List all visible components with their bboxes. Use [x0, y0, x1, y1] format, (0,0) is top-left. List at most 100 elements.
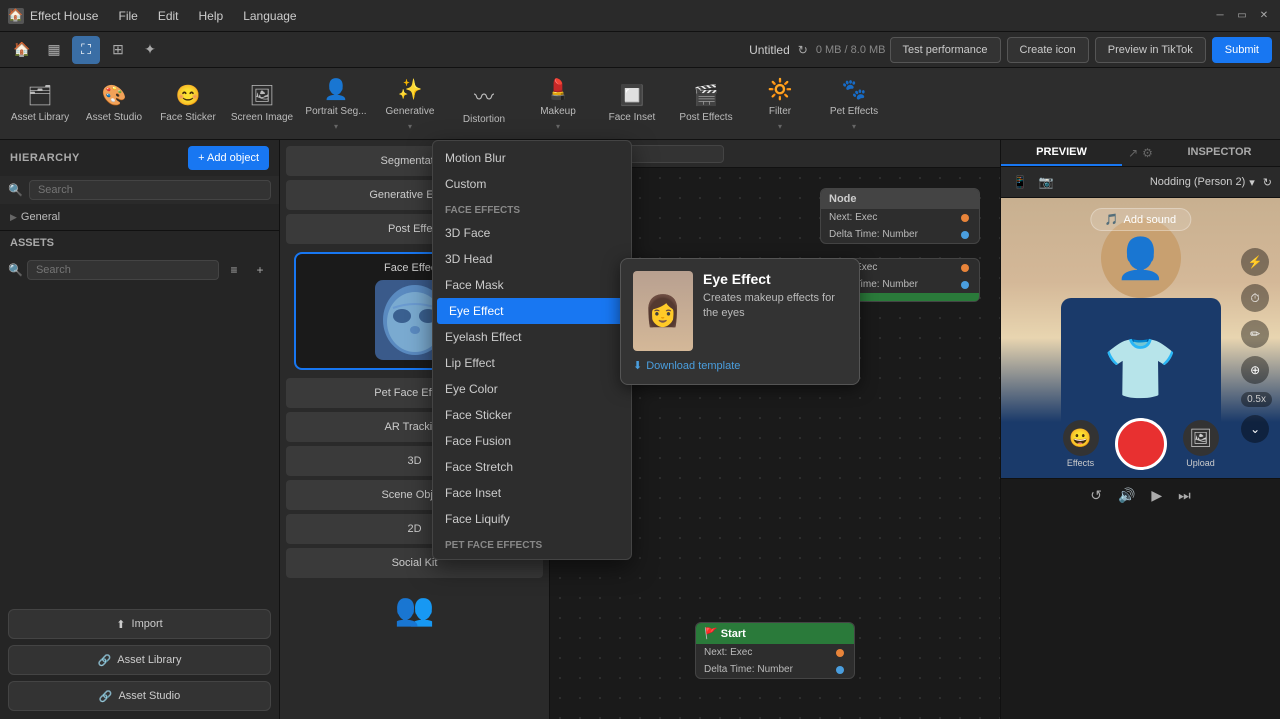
- import-button[interactable]: ⬆ Import: [8, 609, 271, 639]
- asset-library-btn-icon: 🔗: [98, 654, 112, 667]
- layers-icon-btn[interactable]: ⊕: [1241, 356, 1269, 384]
- dropdown-lip-effect[interactable]: Lip Effect: [433, 350, 631, 376]
- asset-studio-button[interactable]: 🔗 Asset Studio: [8, 681, 271, 711]
- dropdown-custom[interactable]: Custom: [433, 171, 631, 197]
- timer-icon-btn[interactable]: ⏱: [1241, 284, 1269, 312]
- asset-tool-portrait-seg[interactable]: 👤 Portrait Seg... ▾: [300, 70, 372, 138]
- settings-button[interactable]: ✦: [136, 36, 164, 64]
- preview-tiktok-button[interactable]: Preview in TikTok: [1095, 37, 1206, 63]
- minimize-button[interactable]: ─: [1212, 8, 1228, 24]
- home-button[interactable]: 🏠: [8, 36, 36, 64]
- loop-icon[interactable]: ↺: [1090, 487, 1102, 504]
- menu-help[interactable]: Help: [191, 7, 232, 25]
- brush-icon-btn[interactable]: ✏: [1241, 320, 1269, 348]
- asset-tool-pet-effects[interactable]: 🐾 Pet Effects ▾: [818, 70, 890, 138]
- port-dot-orange: [961, 214, 969, 222]
- app-title: Effect House: [30, 9, 98, 23]
- download-template-label: Download template: [646, 360, 740, 372]
- dropdown-motion-blur[interactable]: Motion Blur: [433, 145, 631, 171]
- dropdown-face-fusion[interactable]: Face Fusion: [433, 428, 631, 454]
- test-performance-button[interactable]: Test performance: [890, 37, 1001, 63]
- screen-image-icon: 🖼: [249, 83, 274, 108]
- start-port-dot-blue: [836, 666, 844, 674]
- refresh-button[interactable]: ↻: [798, 43, 808, 57]
- asset-tool-generative[interactable]: ✨ Generative ▾: [374, 70, 446, 138]
- speed-badge[interactable]: 0.5x: [1241, 392, 1272, 407]
- music-icon: 🎵: [1105, 213, 1119, 226]
- download-template-link[interactable]: ⬇ Download template: [633, 359, 847, 372]
- asset-tool-asset-studio[interactable]: 🎨 Asset Studio: [78, 70, 150, 138]
- inspector-icon[interactable]: ⚙: [1142, 146, 1153, 160]
- tree-item-general[interactable]: ▶ General: [0, 208, 279, 226]
- asset-tool-asset-library[interactable]: 🗂 Asset Library: [4, 70, 76, 138]
- menu-edit[interactable]: Edit: [150, 7, 187, 25]
- submit-button[interactable]: Submit: [1212, 37, 1272, 63]
- dropdown-face-inset[interactable]: Face Inset: [433, 480, 631, 506]
- assets-header: ASSETS: [0, 231, 279, 255]
- portrait-seg-icon: 👤: [324, 77, 349, 102]
- node-button[interactable]: ⛶: [72, 36, 100, 64]
- dropdown-eyelash-effect[interactable]: Eyelash Effect: [433, 324, 631, 350]
- maximize-button[interactable]: ▭: [1234, 8, 1250, 24]
- dropdown-face-mask[interactable]: Face Mask: [433, 272, 631, 298]
- assets-search-input[interactable]: [27, 260, 219, 280]
- asset-studio-icon: 🎨: [102, 83, 127, 108]
- asset-tool-face-sticker[interactable]: 😊 Face Sticker: [152, 70, 224, 138]
- dropdown-3d-face[interactable]: 3D Face: [433, 220, 631, 246]
- filter-icon: 🔆: [768, 77, 793, 102]
- tooltip-person-icon: 👩: [644, 294, 681, 329]
- filter-list-icon[interactable]: ≡: [223, 259, 245, 281]
- refresh-model-icon[interactable]: ↻: [1263, 176, 1272, 189]
- tooltip-avatar: 👩: [633, 271, 693, 351]
- preview-tab[interactable]: PREVIEW: [1001, 140, 1122, 166]
- asset-studio-btn-label: Asset Studio: [118, 690, 180, 702]
- record-button[interactable]: [1115, 418, 1167, 470]
- upload-bottom-btn[interactable]: 🖼 Upload: [1183, 420, 1219, 468]
- effects-smiley-icon: 😀: [1063, 420, 1099, 456]
- exec-port-next: Next: Exec: [821, 209, 979, 226]
- camera-mode-button[interactable]: 📱: [1009, 171, 1031, 193]
- asset-library-button[interactable]: 🔗 Asset Library: [8, 645, 271, 675]
- asset-tool-face-inset[interactable]: 🔲 Face Inset: [596, 70, 668, 138]
- asset-tool-screen-image[interactable]: 🖼 Screen Image: [226, 70, 298, 138]
- hierarchy-section: HIERARCHY + Add object 🔍 ▶ General: [0, 140, 279, 231]
- dropdown-face-sticker[interactable]: Face Sticker: [433, 402, 631, 428]
- video-mode-button[interactable]: 📷: [1035, 171, 1057, 193]
- download-icon: ⬇: [633, 359, 642, 372]
- menu-file[interactable]: File: [110, 7, 145, 25]
- dropdown-face-stretch[interactable]: Face Stretch: [433, 454, 631, 480]
- asset-tool-post-effects[interactable]: 🎬 Post Effects: [670, 70, 742, 138]
- add-sound-button[interactable]: 🎵 Add sound: [1090, 208, 1191, 231]
- create-icon-button[interactable]: Create icon: [1007, 37, 1089, 63]
- external-link-icon[interactable]: ↗: [1128, 146, 1138, 160]
- skip-forward-button[interactable]: ⏭: [1178, 487, 1191, 504]
- lightning-icon-btn[interactable]: ⚡: [1241, 248, 1269, 276]
- asset-tool-makeup[interactable]: 💄 Makeup ▾: [522, 70, 594, 138]
- hierarchy-search-input[interactable]: [29, 180, 271, 200]
- play-button[interactable]: ▶: [1151, 487, 1162, 504]
- panel-button[interactable]: ▦: [40, 36, 68, 64]
- add-sound-area: 🎵 Add sound: [1090, 208, 1191, 231]
- start-port-next: Next: Exec: [696, 644, 854, 661]
- add-object-button[interactable]: + Add object: [188, 146, 269, 170]
- close-button[interactable]: ✕: [1256, 8, 1272, 24]
- asset-tool-distortion[interactable]: 〰 Distortion: [448, 70, 520, 138]
- layout-button[interactable]: ⊞: [104, 36, 132, 64]
- dropdown-face-liquify[interactable]: Face Liquify: [433, 506, 631, 532]
- effects-bottom-btn[interactable]: 😀 Effects: [1063, 420, 1099, 468]
- assets-search-row: 🔍 ≡ +: [0, 255, 279, 285]
- asset-tool-filter[interactable]: 🔆 Filter ▾: [744, 70, 816, 138]
- filter-arrow: ▾: [778, 122, 782, 131]
- volume-icon[interactable]: 🔊: [1118, 487, 1135, 504]
- app-logo: 🏠 Effect House: [8, 8, 98, 24]
- dropdown-3d-head[interactable]: 3D Head: [433, 246, 631, 272]
- model-select-dropdown[interactable]: Nodding (Person 2) ▾ ↻: [1150, 176, 1272, 189]
- inspector-tab[interactable]: INSPECTOR: [1159, 140, 1280, 166]
- start-port-dot-orange: [836, 649, 844, 657]
- dropdown-eye-effect[interactable]: Eye Effect: [437, 298, 627, 324]
- menu-language[interactable]: Language: [235, 7, 304, 25]
- title-bar: 🏠 Effect House File Edit Help Language ─…: [0, 0, 1280, 32]
- add-asset-button[interactable]: +: [249, 259, 271, 281]
- dropdown-eye-color[interactable]: Eye Color: [433, 376, 631, 402]
- tree-item-label: General: [21, 211, 60, 223]
